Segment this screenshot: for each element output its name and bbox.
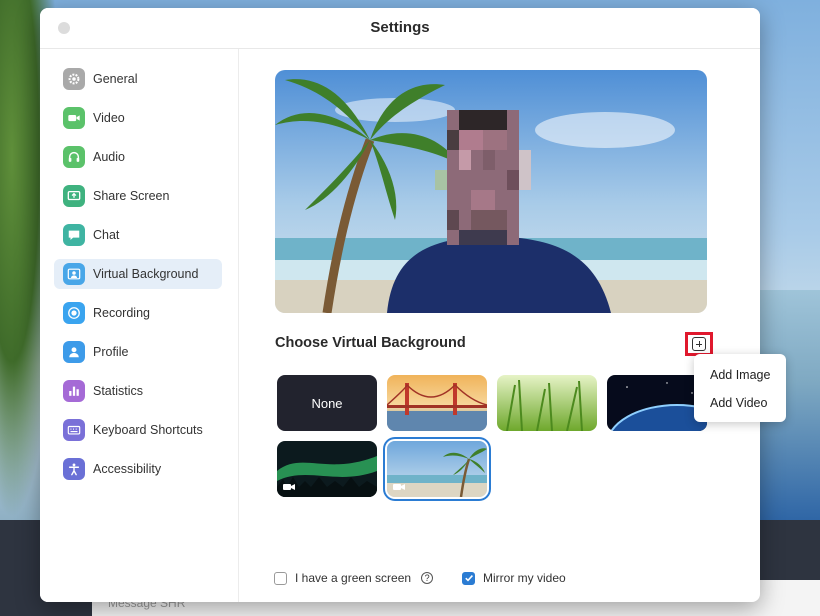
video-preview [275, 70, 707, 313]
headphones-icon [63, 146, 85, 168]
question-circle-icon[interactable]: ? [421, 572, 434, 584]
green-screen-option[interactable]: I have a green screen ? [274, 571, 434, 585]
keyboard-icon [63, 419, 85, 441]
video-camera-icon [393, 484, 405, 490]
bar-chart-icon [63, 380, 85, 402]
window-title: Settings [370, 19, 430, 36]
menu-item-add-video[interactable]: Add Video [710, 396, 767, 410]
sidebar-item-virtual-background[interactable]: Virtual Background [54, 259, 222, 289]
add-background-button[interactable] [685, 332, 713, 356]
mirror-video-label: Mirror my video [483, 571, 566, 585]
sidebar-item-label: General [93, 72, 138, 86]
settings-sidebar: General Video Audio Share Screen Chat Vi… [40, 49, 239, 602]
background-thumbnail-earth[interactable] [607, 375, 707, 431]
green-screen-checkbox[interactable] [274, 571, 287, 585]
sidebar-item-label: Keyboard Shortcuts [93, 423, 203, 437]
sidebar-item-label: Recording [93, 306, 150, 320]
sidebar-item-label: Statistics [93, 384, 144, 398]
add-background-menu: Add Image Add Video [694, 354, 786, 422]
user-icon [63, 341, 85, 363]
sidebar-item-chat[interactable]: Chat [54, 220, 222, 250]
sidebar-item-general[interactable]: General [54, 64, 222, 94]
background-thumbnail-golden-gate[interactable] [387, 375, 487, 431]
video-camera-icon [283, 484, 295, 490]
mirror-video-option[interactable]: Mirror my video [462, 571, 566, 585]
person-portrait-icon [63, 263, 85, 285]
sidebar-item-label: Audio [93, 150, 125, 164]
sidebar-item-label: Share Screen [93, 189, 170, 203]
green-screen-label: I have a green screen [295, 571, 412, 585]
sidebar-item-profile[interactable]: Profile [54, 337, 222, 367]
background-thumbnail-aurora[interactable] [277, 441, 377, 497]
video-camera-icon [63, 107, 85, 129]
accessibility-icon [63, 458, 85, 480]
section-title: Choose Virtual Background [275, 335, 466, 351]
chat-bubble-icon [63, 224, 85, 246]
checkmark-icon [464, 575, 473, 582]
sidebar-item-accessibility[interactable]: Accessibility [54, 454, 222, 484]
sidebar-item-label: Chat [93, 228, 120, 242]
sidebar-item-label: Accessibility [93, 462, 162, 476]
sidebar-item-share-screen[interactable]: Share Screen [54, 181, 222, 211]
share-screen-icon [63, 185, 85, 207]
background-thumbnail-grass[interactable] [497, 375, 597, 431]
sidebar-item-label: Profile [93, 345, 129, 359]
thumbnail-label: None [311, 395, 343, 411]
sidebar-item-keyboard-shortcuts[interactable]: Keyboard Shortcuts [54, 415, 222, 445]
record-icon [63, 302, 85, 324]
mirror-video-checkbox[interactable] [462, 571, 475, 585]
sidebar-item-video[interactable]: Video [54, 103, 222, 133]
virtual-background-panel: Choose Virtual Background None I have a … [239, 49, 760, 602]
gear-icon [63, 68, 85, 90]
sidebar-item-statistics[interactable]: Statistics [54, 376, 222, 406]
title-bar: Settings [40, 8, 760, 49]
plus-square-icon [692, 337, 706, 351]
sidebar-item-recording[interactable]: Recording [54, 298, 222, 328]
background-thumbnail-beach[interactable] [387, 441, 487, 497]
background-thumbnail-none[interactable]: None [277, 375, 377, 431]
settings-window: Settings General Video Audio Share Scree… [40, 8, 760, 602]
menu-item-add-image[interactable]: Add Image [710, 368, 770, 382]
sidebar-item-label: Video [93, 111, 125, 125]
sidebar-item-label: Virtual Background [93, 267, 199, 281]
sidebar-item-audio[interactable]: Audio [54, 142, 222, 172]
